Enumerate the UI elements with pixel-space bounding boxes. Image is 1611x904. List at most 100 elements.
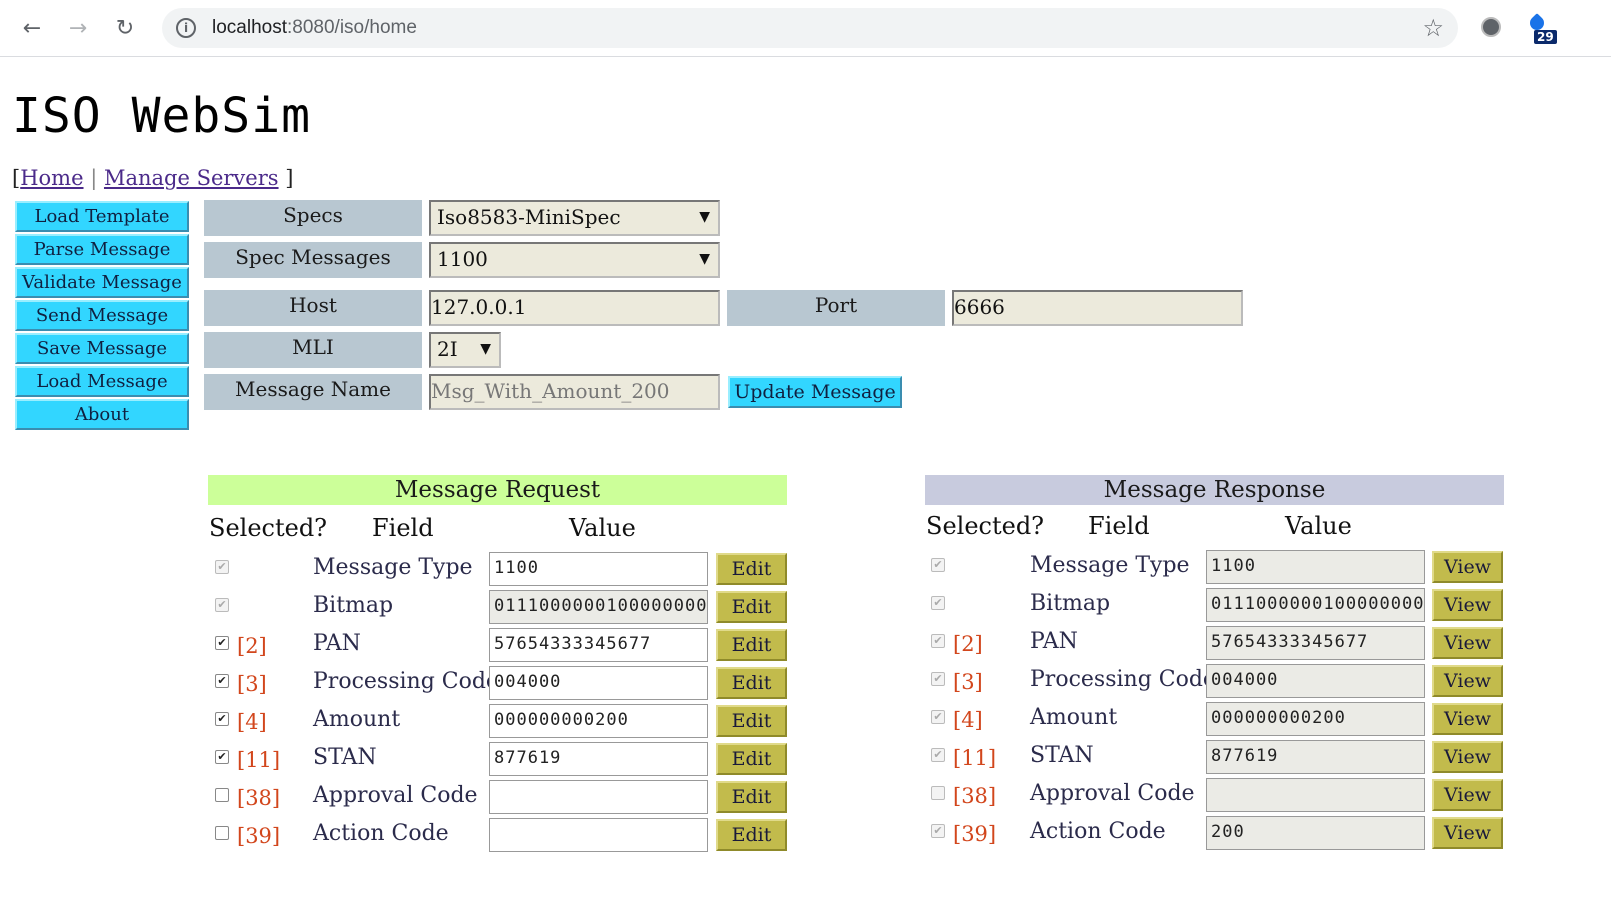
select-checkbox: ✔ (215, 560, 229, 574)
port-input[interactable]: 6666 (952, 290, 1243, 326)
field-value-input[interactable]: 57654333345677 (489, 628, 708, 662)
view-button[interactable]: View (1432, 627, 1503, 659)
field-number: [39] (237, 824, 281, 848)
field-value-readonly: 000000000200 (1206, 702, 1425, 736)
message-name-label: Message Name (204, 374, 422, 410)
browser-toolbar: ← → ↻ i localhost:8080/iso/home ☆ 29 (0, 0, 1611, 57)
edit-button[interactable]: Edit (716, 743, 787, 775)
request-panel-title: Message Request (208, 475, 787, 505)
load-template-button[interactable]: Load Template (15, 201, 189, 232)
field-value-input[interactable] (489, 818, 708, 852)
field-value-input[interactable]: 004000 (489, 666, 708, 700)
request-col-value: Value (569, 514, 636, 542)
field-value-readonly: 004000 (1206, 664, 1425, 698)
select-checkbox[interactable] (215, 788, 229, 802)
field-value-readonly: 57654333345677 (1206, 626, 1425, 660)
field-name: Approval Code (313, 783, 478, 808)
field-value-readonly: 200 (1206, 816, 1425, 850)
response-col-selected: Selected? (926, 512, 1045, 540)
dropdown-arrow-icon: ▼ (699, 209, 710, 225)
view-button[interactable]: View (1432, 703, 1503, 735)
host-input[interactable]: 127.0.0.1 (429, 290, 720, 326)
url-text[interactable]: localhost:8080/iso/home (212, 17, 417, 39)
request-col-field: Field (372, 514, 434, 542)
select-checkbox[interactable] (215, 826, 229, 840)
nav-manage-servers-link[interactable]: Manage Servers (104, 166, 279, 190)
forward-arrow-icon[interactable]: → (62, 12, 94, 44)
edit-button[interactable]: Edit (716, 553, 787, 585)
spec-messages-select[interactable]: 1100 ▼ (429, 242, 720, 278)
select-checkbox: ✔ (931, 710, 945, 724)
update-message-button[interactable]: Update Message (728, 376, 902, 408)
select-checkbox[interactable]: ✔ (215, 636, 229, 650)
select-checkbox[interactable]: ✔ (215, 750, 229, 764)
field-value-input[interactable]: 000000000200 (489, 704, 708, 738)
extension-circle-icon[interactable] (1481, 17, 1501, 37)
send-message-button[interactable]: Send Message (15, 300, 189, 331)
field-name: Approval Code (1030, 781, 1195, 806)
field-value-input[interactable]: 1100 (489, 552, 708, 586)
edit-button[interactable]: Edit (716, 781, 787, 813)
edit-button[interactable]: Edit (716, 667, 787, 699)
response-col-value: Value (1285, 512, 1352, 540)
field-value-readonly: 877619 (1206, 740, 1425, 774)
field-number: [3] (237, 672, 267, 696)
field-number: [2] (237, 634, 267, 658)
view-button[interactable]: View (1432, 741, 1503, 773)
back-arrow-icon[interactable]: ← (16, 12, 48, 44)
field-number: [2] (953, 632, 983, 656)
save-message-button[interactable]: Save Message (15, 333, 189, 364)
view-button[interactable]: View (1432, 665, 1503, 697)
select-checkbox: ✔ (931, 634, 945, 648)
field-value-input[interactable]: 877619 (489, 742, 708, 776)
field-name: STAN (313, 745, 377, 770)
field-value-input[interactable]: 0111000000100000000 (489, 590, 708, 624)
address-bar[interactable]: i localhost:8080/iso/home ☆ (162, 8, 1458, 48)
field-name: STAN (1030, 743, 1094, 768)
edit-button[interactable]: Edit (716, 591, 787, 623)
edit-button[interactable]: Edit (716, 705, 787, 737)
load-message-button[interactable]: Load Message (15, 366, 189, 397)
field-value-readonly (1206, 778, 1425, 812)
field-number: [38] (237, 786, 281, 810)
edit-button[interactable]: Edit (716, 629, 787, 661)
field-number: [39] (953, 822, 997, 846)
view-button[interactable]: View (1432, 589, 1503, 621)
response-panel-title: Message Response (925, 475, 1504, 505)
message-name-input[interactable]: Msg_With_Amount_200 (429, 374, 720, 410)
mli-label: MLI (204, 332, 422, 368)
field-name: PAN (1030, 629, 1078, 654)
field-number: [11] (953, 746, 997, 770)
field-name: PAN (313, 631, 361, 656)
field-name: Action Code (1030, 819, 1166, 844)
app-title: ISO WebSim (12, 88, 311, 144)
field-number: [3] (953, 670, 983, 694)
dropdown-arrow-icon: ▼ (480, 341, 491, 357)
select-checkbox[interactable]: ✔ (215, 712, 229, 726)
select-checkbox: ✔ (931, 596, 945, 610)
select-checkbox[interactable]: ✔ (215, 674, 229, 688)
extension-badge-icon[interactable]: 29 (1526, 13, 1557, 46)
specs-select[interactable]: Iso8583-MiniSpec ▼ (429, 200, 720, 236)
reload-icon[interactable]: ↻ (109, 12, 141, 44)
request-col-selected: Selected? (209, 514, 328, 542)
about-button[interactable]: About (15, 399, 189, 430)
select-checkbox: ✔ (931, 558, 945, 572)
bookmark-star-icon[interactable]: ☆ (1422, 14, 1444, 42)
view-button[interactable]: View (1432, 817, 1503, 849)
field-number: [38] (953, 784, 997, 808)
view-button[interactable]: View (1432, 551, 1503, 583)
field-number: [11] (237, 748, 281, 772)
nav-home-link[interactable]: Home (20, 166, 83, 190)
field-value-readonly: 1100 (1206, 550, 1425, 584)
validate-message-button[interactable]: Validate Message (15, 267, 189, 298)
select-checkbox: ✔ (931, 748, 945, 762)
info-icon[interactable]: i (176, 18, 196, 38)
dropdown-arrow-icon: ▼ (699, 251, 710, 267)
parse-message-button[interactable]: Parse Message (15, 234, 189, 265)
view-button[interactable]: View (1432, 779, 1503, 811)
field-value-input[interactable] (489, 780, 708, 814)
edit-button[interactable]: Edit (716, 819, 787, 851)
spec-messages-label: Spec Messages (204, 242, 422, 278)
mli-select[interactable]: 2I ▼ (429, 332, 501, 368)
